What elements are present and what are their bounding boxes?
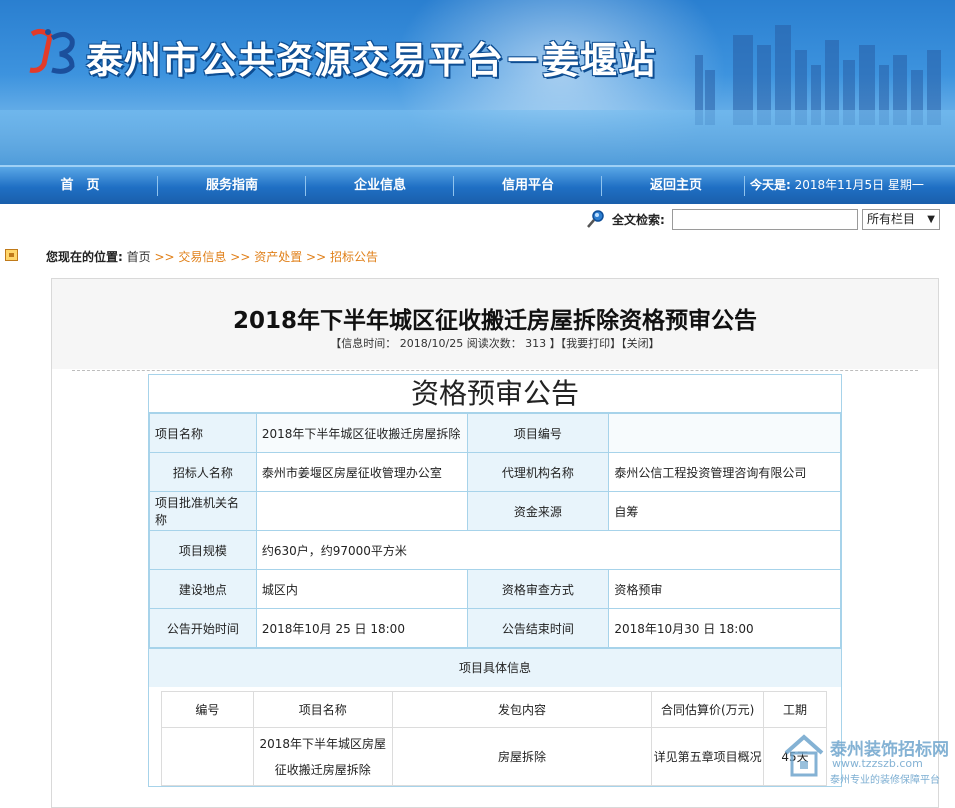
watermark-url: www.tzzszb.com (832, 757, 923, 770)
table-value: 2018年10月 25 日 18:00 (255, 608, 468, 648)
table-value (255, 491, 468, 531)
nav-back-home[interactable]: 返回主页 (636, 167, 716, 204)
breadcrumb-asset-disposal[interactable]: 资产处置 (254, 250, 302, 264)
table-row: 项目规模 约630户，约97000平方米 (149, 530, 842, 570)
detail-table-wrap: 编号 项目名称 发包内容 合同估算价(万元) 工期 2018年下半年城区房屋征收… (149, 687, 841, 786)
detail-table: 编号 项目名称 发包内容 合同估算价(万元) 工期 2018年下半年城区房屋征收… (161, 691, 827, 786)
notice-title: 资格预审公告 (149, 375, 841, 413)
breadcrumb-trade-info[interactable]: 交易信息 (178, 250, 226, 264)
table-cell: 2018年下半年城区房屋征收搬迁房屋拆除 (252, 727, 393, 786)
article-header: 2018年下半年城区征收搬迁房屋拆除资格预审公告 【信息时间： 2018/10/… (52, 279, 938, 369)
detail-heading: 项目具体信息 (149, 648, 841, 687)
column-header: 项目名称 (252, 691, 393, 728)
table-key: 资格审查方式 (466, 569, 610, 609)
table-cell (161, 727, 254, 786)
search-label: 全文检索: (612, 213, 665, 227)
breadcrumb: 您现在的位置: 首页 >> 交易信息 >> 资产处置 >> 招标公告 (46, 248, 378, 265)
breadcrumb-home[interactable]: 首页 (127, 250, 151, 264)
watermark-slogan: 泰州专业的装修保障平台 (830, 775, 940, 786)
column-header: 合同估算价(万元) (651, 691, 765, 728)
banner-water (0, 110, 955, 165)
nav-separator (305, 176, 306, 196)
breadcrumb-label: 您现在的位置: (46, 250, 123, 264)
table-row: 建设地点 城区内 资格审查方式 资格预审 (149, 569, 841, 609)
main-nav: 首 页 服务指南 企业信息 信用平台 返回主页 今天是: 2018年11月5日 … (0, 165, 955, 204)
table-row: 公告开始时间 2018年10月 25 日 18:00 公告结束时间 2018年1… (149, 608, 841, 648)
column-header: 工期 (763, 691, 827, 728)
table-cell: 房屋拆除 (391, 727, 653, 786)
notice-table: 资格预审公告 项目名称 2018年下半年城区征收搬迁房屋拆除 项目编号 招标人名… (148, 374, 842, 787)
table-row: 招标人名称 泰州市姜堰区房屋征收管理办公室 代理机构名称 泰州公信工程投资管理咨… (149, 452, 841, 492)
table-value: 城区内 (255, 569, 468, 609)
table-key: 项目编号 (466, 413, 610, 453)
column-header: 发包内容 (391, 691, 653, 728)
search-scope-select[interactable]: 所有栏目 ▼ (862, 209, 940, 230)
breadcrumb-separator: >> (154, 250, 175, 264)
nav-separator (453, 176, 454, 196)
table-value (608, 413, 841, 453)
table-value: 泰州公信工程投资管理咨询有限公司 (608, 452, 841, 492)
nav-home[interactable]: 首 页 (40, 167, 120, 204)
nav-separator (601, 176, 602, 196)
table-key: 项目规模 (149, 530, 257, 570)
table-key: 代理机构名称 (466, 452, 610, 492)
table-value: 资格预审 (608, 569, 841, 609)
nav-date: 今天是: 2018年11月5日 星期一 (750, 167, 924, 204)
search-input[interactable] (672, 209, 858, 230)
table-key: 公告结束时间 (466, 608, 610, 648)
notice-info-grid: 项目名称 2018年下半年城区征收搬迁房屋拆除 项目编号 招标人名称 泰州市姜堰… (149, 413, 842, 648)
article-meta[interactable]: 【信息时间： 2018/10/25 阅读次数： 313 】【我要打印】【关闭】 (52, 335, 938, 351)
table-key: 招标人名称 (149, 452, 257, 492)
watermark: 泰州装饰招标网 www.tzzszb.com 泰州专业的装修保障平台 (778, 727, 953, 789)
city-skyline-image (695, 25, 941, 125)
table-key: 资金来源 (466, 491, 610, 531)
table-row: 项目名称 2018年下半年城区征收搬迁房屋拆除 项目编号 (149, 413, 841, 453)
table-value: 泰州市姜堰区房屋征收管理办公室 (255, 452, 468, 492)
table-value: 约630户，约97000平方米 (255, 530, 842, 570)
table-row: 2018年下半年城区房屋征收搬迁房屋拆除 房屋拆除 详见第五章项目概况 45天 (161, 727, 827, 786)
location-icon (5, 249, 18, 261)
table-key: 建设地点 (149, 569, 257, 609)
column-header: 编号 (161, 691, 254, 728)
divider (72, 370, 918, 371)
nav-credit-platform[interactable]: 信用平台 (488, 167, 568, 204)
table-value: 自筹 (608, 491, 841, 531)
search-icon (587, 210, 604, 228)
nav-service-guide[interactable]: 服务指南 (192, 167, 272, 204)
nav-separator (157, 176, 158, 196)
table-key: 项目名称 (149, 413, 257, 453)
nav-separator (744, 176, 745, 196)
table-key: 项目批准机关名称 (149, 491, 257, 531)
table-row: 项目批准机关名称 资金来源 自筹 (149, 491, 841, 531)
search-bar: 全文检索: 所有栏目 ▼ (0, 204, 955, 234)
dropdown-arrow-icon: ▼ (927, 214, 935, 225)
article-title: 2018年下半年城区征收搬迁房屋拆除资格预审公告 (232, 308, 757, 334)
breadcrumb-separator: >> (306, 250, 327, 264)
date-label: 今天是: (750, 178, 791, 192)
breadcrumb-tender-notice[interactable]: 招标公告 (330, 250, 378, 264)
house-logo-icon (784, 734, 824, 777)
table-value: 2018年10月30 日 18:00 (608, 608, 841, 648)
search-scope-value: 所有栏目 (867, 212, 916, 226)
nav-company-info[interactable]: 企业信息 (340, 167, 420, 204)
table-key: 公告开始时间 (149, 608, 257, 648)
site-title: 泰州市公共资源交易平台－姜堰站 (86, 38, 656, 82)
date-value: 2018年11月5日 星期一 (794, 178, 924, 192)
table-header-row: 编号 项目名称 发包内容 合同估算价(万元) 工期 (161, 691, 827, 728)
table-value: 2018年下半年城区征收搬迁房屋拆除 (255, 413, 468, 453)
breadcrumb-separator: >> (230, 250, 251, 264)
table-cell: 详见第五章项目概况 (651, 727, 765, 786)
site-logo-icon (29, 28, 75, 74)
header-banner: 泰州市公共资源交易平台－姜堰站 (0, 0, 955, 165)
